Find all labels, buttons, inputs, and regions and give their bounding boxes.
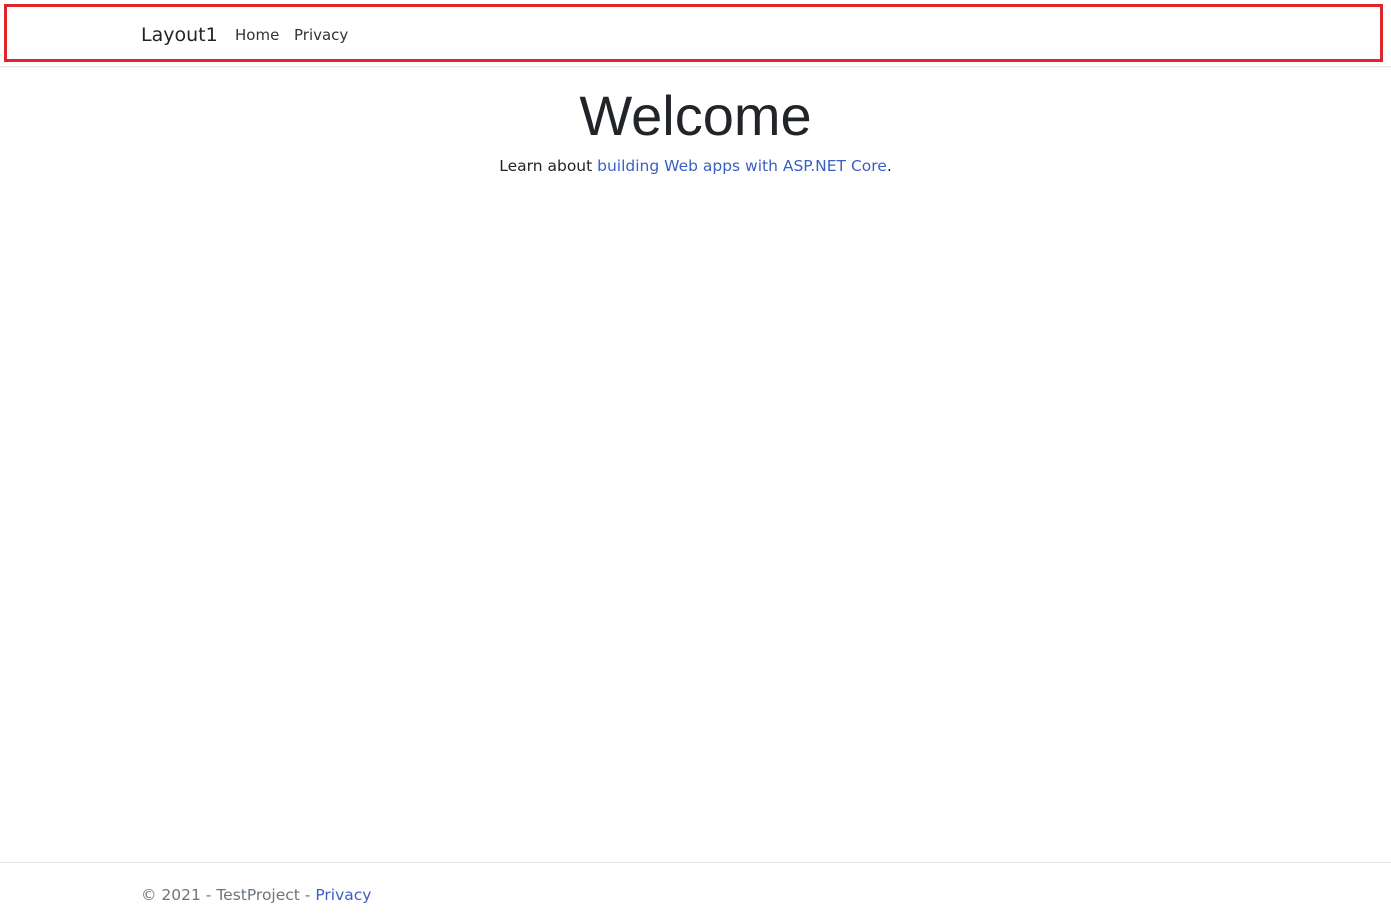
brand-link[interactable]: Layout1 bbox=[141, 23, 218, 47]
lead-suffix: . bbox=[886, 157, 892, 175]
footer-privacy-link[interactable]: Privacy bbox=[315, 886, 371, 904]
lead-prefix: Learn about bbox=[499, 157, 598, 175]
page-title: Welcome bbox=[579, 84, 812, 147]
docs-link[interactable]: building Web apps with ASP.NET Core bbox=[597, 157, 887, 175]
nav-link-privacy[interactable]: Privacy bbox=[294, 25, 348, 45]
page-footer: © 2021 - TestProject - Privacy bbox=[0, 862, 1391, 922]
footer-text: © 2021 - TestProject - Privacy bbox=[141, 885, 371, 905]
nav-link-home[interactable]: Home bbox=[235, 25, 279, 45]
top-navbar: Layout1 Home Privacy bbox=[0, 0, 1391, 67]
page: Layout1 Home Privacy Welcome Learn about… bbox=[0, 0, 1391, 922]
footer-copyright: © 2021 - TestProject - bbox=[141, 886, 316, 904]
lead-text: Learn about building Web apps with ASP.N… bbox=[0, 156, 1391, 176]
